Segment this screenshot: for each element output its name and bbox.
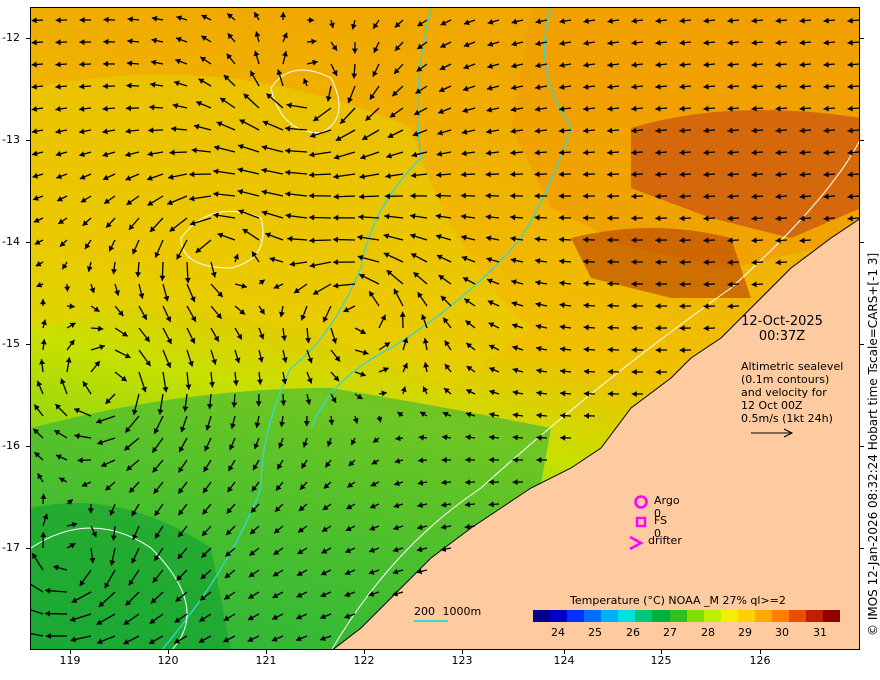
colorbar-label: 27 (663, 626, 677, 639)
colorbar-swatch (720, 610, 738, 622)
fs-square-icon (635, 516, 647, 528)
colorbar-swatch (584, 610, 602, 622)
colorbar-label: 28 (701, 626, 715, 639)
time-text: 00:37Z (758, 329, 806, 344)
y-tick-label: -13 (2, 133, 20, 146)
velocity-scale-arrow-icon (751, 428, 794, 438)
x-tick-label: 126 (749, 654, 771, 667)
colorbar-swatch (652, 610, 670, 622)
x-tick-label: 119 (59, 654, 81, 667)
colorbar-swatch (601, 610, 619, 622)
drifter-chevron-icon (629, 535, 644, 551)
temperature-colorbar (533, 610, 841, 622)
colorbar-swatch (737, 610, 755, 622)
colorbar-label: 26 (626, 626, 640, 639)
colorbar-swatch (788, 610, 806, 622)
colorbar-swatch (806, 610, 824, 622)
credit-text: © IMOS 12-Jan-2026 08:32:24 Hobart time … (866, 252, 880, 636)
colorbar-swatch (686, 610, 704, 622)
colorbar-swatch (754, 610, 772, 622)
colorbar-swatch (533, 610, 551, 622)
y-tick-label: -14 (2, 235, 20, 248)
colorbar-label: 31 (813, 626, 827, 639)
map-canvas (31, 8, 859, 649)
description-line: 0.5m/s (1kt 24h) (741, 412, 833, 425)
colorbar-label: 30 (775, 626, 789, 639)
y-tick-label: -17 (2, 541, 20, 554)
colorbar-swatch (635, 610, 653, 622)
y-tick-label: -12 (2, 31, 20, 44)
colorbar-label: 29 (738, 626, 752, 639)
x-tick-label: 122 (353, 654, 375, 667)
scale-200-label: 200 (414, 605, 435, 618)
colorbar-swatch (703, 610, 721, 622)
colorbar-swatch (669, 610, 687, 622)
x-tick-label: 120 (157, 654, 179, 667)
colorbar-title: Temperature (°C) NOAA _M 27% ql>=2 (570, 594, 786, 607)
y-tick-label: -15 (2, 337, 20, 350)
description-line: and velocity for (741, 386, 827, 399)
argo-circle-icon (634, 495, 648, 509)
x-tick-label: 121 (255, 654, 277, 667)
colorbar-swatch (618, 610, 636, 622)
y-tick-label: -16 (2, 439, 20, 452)
colorbar-label: 25 (588, 626, 602, 639)
description-line: (0.1m contours) (741, 373, 830, 386)
bathymetry-scale-line (414, 620, 448, 622)
description-text: Altimetric sealevel (0.1m contours) and … (741, 360, 843, 441)
colorbar-swatch (823, 610, 841, 622)
colorbar-swatch (550, 610, 568, 622)
legend-drifter-label: drifter (648, 534, 682, 547)
bathymetry-scale: 200 1000m (414, 605, 481, 618)
sst-map[interactable] (30, 7, 860, 650)
date-time-label: 12-Oct-2025 00:37Z (740, 314, 824, 344)
colorbar-swatch (567, 610, 585, 622)
x-tick-label: 124 (553, 654, 575, 667)
colorbar-label: 24 (551, 626, 565, 639)
description-line: 12 Oct 00Z (741, 399, 803, 412)
date-text: 12-Oct-2025 (741, 314, 823, 329)
scale-1000-label: 1000m (442, 605, 482, 618)
description-line: Altimetric sealevel (741, 360, 844, 373)
x-tick-label: 125 (650, 654, 672, 667)
x-tick-label: 123 (451, 654, 473, 667)
colorbar-swatch (771, 610, 789, 622)
